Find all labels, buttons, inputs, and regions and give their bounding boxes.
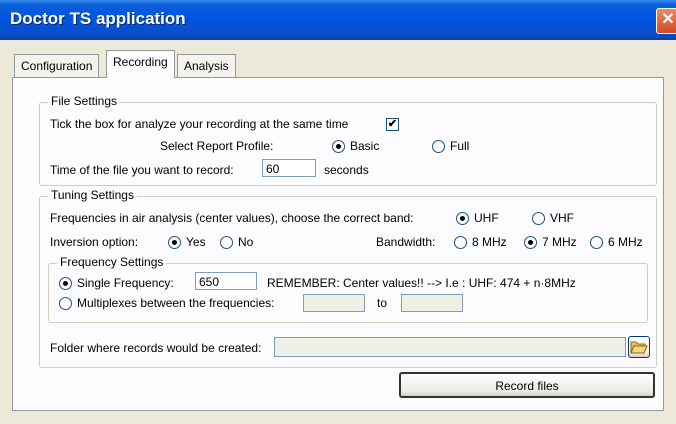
report-profile-label: Select Report Profile: [160, 139, 274, 153]
inversion-no-label: No [238, 235, 254, 249]
tab-analysis-label: Analysis [184, 59, 229, 73]
profile-basic-label: Basic [350, 139, 380, 153]
record-files-button[interactable]: Record files [399, 372, 655, 398]
close-button[interactable]: ✕ [656, 8, 676, 34]
record-files-label: Record files [495, 379, 559, 393]
band-uhf-radio[interactable] [456, 212, 469, 225]
file-settings-legend: File Settings [48, 94, 121, 108]
inversion-yes-radio[interactable] [168, 236, 181, 249]
tab-analysis[interactable]: Analysis [177, 54, 236, 77]
bw-6mhz-radio[interactable] [590, 236, 603, 249]
profile-full-radio[interactable] [432, 140, 445, 153]
multiplex-label: Multiplexes between the frequencies: [77, 296, 275, 310]
bandwidth-label: Bandwidth: [376, 235, 436, 249]
app-window: Doctor TS application ✕ Configuration Re… [0, 0, 676, 424]
time-unit-label: seconds [324, 163, 369, 177]
folder-label: Folder where records would be created: [50, 341, 262, 355]
profile-basic-radio[interactable] [332, 140, 345, 153]
bw-7mhz-label: 7 MHz [542, 235, 577, 249]
folder-path-input[interactable] [274, 337, 626, 357]
frequency-settings-group: Frequency Settings Single Frequency: 650… [48, 255, 648, 323]
tab-configuration[interactable]: Configuration [14, 54, 100, 77]
tab-recording[interactable]: Recording [106, 50, 175, 78]
time-label: Time of the file you want to record: [50, 163, 234, 177]
title-bar[interactable]: Doctor TS application ✕ [0, 0, 676, 40]
bw-8mhz-label: 8 MHz [472, 235, 507, 249]
file-settings-group: File Settings Tick the box for analyze y… [39, 94, 657, 186]
multiplex-to-input[interactable] [401, 294, 463, 312]
single-frequency-input[interactable]: 650 [195, 272, 257, 290]
multiplex-radio[interactable] [59, 297, 72, 310]
close-icon: ✕ [661, 11, 675, 28]
to-label: to [377, 296, 388, 310]
band-label: Frequencies in air analysis (center valu… [50, 211, 414, 225]
analyze-checkbox[interactable]: ✔ [386, 118, 399, 131]
bw-7mhz-radio[interactable] [524, 236, 537, 249]
inversion-yes-label: Yes [186, 235, 206, 249]
profile-full-label: Full [450, 139, 470, 153]
frequency-settings-legend: Frequency Settings [57, 255, 167, 269]
folder-open-icon [630, 341, 648, 354]
analyze-label: Tick the box for analyze your recording … [50, 117, 349, 131]
band-vhf-radio[interactable] [532, 212, 545, 225]
tab-recording-label: Recording [113, 55, 168, 69]
check-icon: ✔ [387, 118, 398, 130]
inversion-no-radio[interactable] [220, 236, 233, 249]
inversion-label: Inversion option: [50, 235, 139, 249]
band-uhf-label: UHF [474, 211, 499, 225]
band-vhf-label: VHF [550, 211, 574, 225]
time-input[interactable]: 60 [262, 159, 316, 177]
recording-panel: File Settings Tick the box for analyze y… [12, 77, 664, 411]
browse-folder-button[interactable] [628, 336, 650, 358]
tuning-settings-legend: Tuning Settings [48, 188, 137, 202]
tuning-settings-group: Tuning Settings Frequencies in air analy… [39, 188, 657, 368]
tab-configuration-label: Configuration [21, 59, 93, 73]
multiplex-from-input[interactable] [303, 294, 365, 312]
bw-8mhz-radio[interactable] [454, 236, 467, 249]
remember-note: REMEMBER: Center values!! --> I.e : UHF:… [267, 276, 576, 290]
bw-6mhz-label: 6 MHz [608, 235, 643, 249]
window-title: Doctor TS application [10, 9, 186, 28]
single-frequency-label: Single Frequency: [77, 276, 174, 290]
single-frequency-radio[interactable] [59, 277, 72, 290]
